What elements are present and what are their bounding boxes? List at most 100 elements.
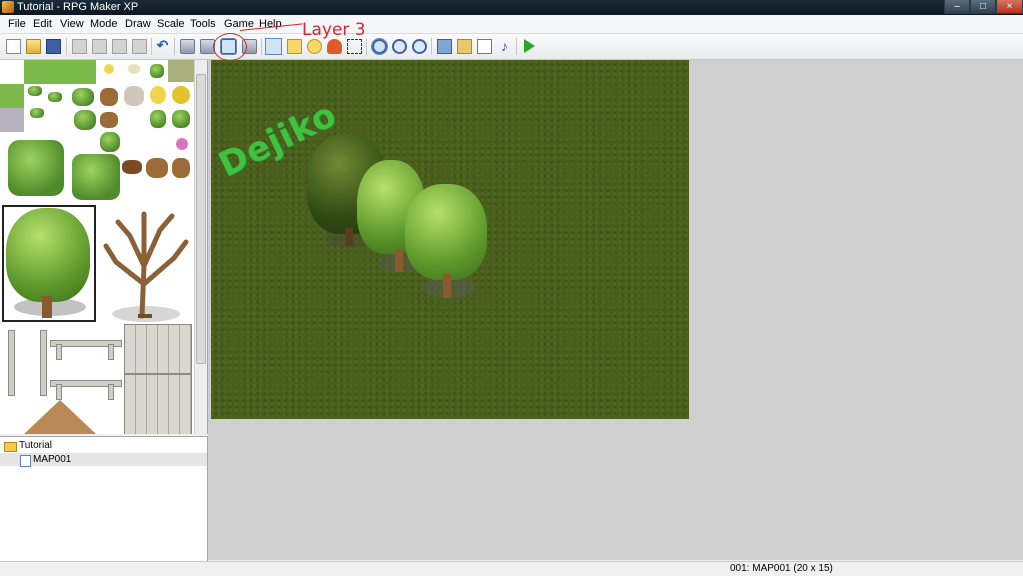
map-tree-project[interactable]: Tutorial [19, 440, 52, 451]
playtest-icon[interactable] [524, 39, 535, 53]
copy-icon[interactable] [92, 39, 107, 54]
menu-help[interactable]: Help [259, 18, 282, 31]
toolbar-separator [261, 38, 262, 55]
dead-tree-tile [103, 211, 189, 322]
toolbar-separator [151, 38, 152, 55]
menu-tools[interactable]: Tools [190, 18, 216, 31]
toolbar-separator [66, 38, 67, 55]
stump-tile [172, 158, 190, 178]
fence-post-tile [40, 330, 47, 396]
map-icon [20, 455, 31, 467]
new-project-icon[interactable] [6, 39, 21, 54]
map-tree-light [405, 184, 487, 280]
flood-fill-icon[interactable] [327, 39, 342, 54]
zoom-1-1-icon[interactable] [371, 38, 388, 55]
fence-leg-tile [56, 384, 62, 400]
toolbar-separator [516, 38, 517, 55]
fence-post-tile [8, 330, 15, 396]
tree-trunk [345, 228, 353, 246]
flower-tile [176, 138, 188, 150]
annotation-label: Layer 3 [302, 20, 366, 40]
toolbar-separator [174, 38, 175, 55]
grass-tile [0, 84, 24, 108]
undo-icon[interactable]: ↶ [155, 38, 170, 54]
bush-tile [74, 110, 96, 130]
map-canvas[interactable]: Dejiko [211, 60, 689, 419]
bush-tile [100, 132, 120, 152]
bush-tile [48, 92, 62, 102]
grass-tile [24, 60, 96, 84]
map-tree-item-map001[interactable]: MAP001 [33, 454, 71, 465]
open-project-icon[interactable] [26, 39, 41, 54]
fence-leg-tile [108, 344, 114, 360]
annotation-circle [213, 33, 247, 61]
tree-trunk [395, 250, 403, 272]
flower-tile [150, 86, 166, 104]
stone-wall-tile [124, 374, 192, 434]
fence-leg-tile [56, 344, 62, 360]
save-icon[interactable] [46, 39, 61, 54]
scrollbar-thumb[interactable] [196, 74, 206, 364]
menu-draw[interactable]: Draw [125, 18, 151, 31]
layer-1-icon[interactable] [180, 39, 195, 54]
tileset-scrollbar[interactable] [194, 60, 207, 434]
tree-trunk [42, 296, 52, 318]
fence-leg-tile [108, 384, 114, 400]
zoom-1-4-icon[interactable] [412, 39, 427, 54]
toolbar: ↶ ♪ [0, 34, 1023, 60]
minimize-button[interactable]: – [944, 0, 970, 14]
map-editor: Dejiko [208, 60, 1023, 560]
pencil-icon[interactable] [265, 38, 282, 55]
tree-trunk [443, 274, 451, 298]
toolbar-separator [366, 38, 367, 55]
bush-tile [30, 108, 44, 118]
tileset-palette[interactable] [0, 60, 208, 434]
menu-view[interactable]: View [60, 18, 84, 31]
flower-tile [104, 64, 114, 74]
bush-tile [172, 110, 190, 128]
menu-file[interactable]: File [8, 18, 26, 31]
rectangle-icon[interactable] [287, 39, 302, 54]
log-tile [122, 160, 142, 174]
flower-tile [128, 64, 140, 74]
menu-edit[interactable]: Edit [33, 18, 52, 31]
flower-tile [172, 86, 190, 104]
tree-tile [6, 208, 90, 302]
roof-tile [24, 400, 96, 434]
sound-test-icon[interactable]: ♪ [497, 39, 512, 54]
rock-tile [124, 86, 144, 106]
folder-icon [4, 442, 17, 452]
database-icon[interactable] [437, 39, 452, 54]
stump-tile [100, 112, 118, 128]
materialbase-icon[interactable] [457, 39, 472, 54]
hedge-tile [8, 140, 64, 196]
app-icon [2, 1, 14, 13]
toolbar-separator [431, 38, 432, 55]
map-tree: Tutorial MAP001 [0, 436, 208, 561]
hedge-tile [72, 154, 120, 200]
stone-wall-tile [124, 324, 192, 374]
zoom-1-2-icon[interactable] [392, 39, 407, 54]
stump-tile [100, 88, 118, 106]
bush-tile [150, 64, 164, 78]
script-editor-icon[interactable] [477, 39, 492, 54]
maximize-button[interactable]: □ [970, 0, 996, 14]
title-bar: Tutorial - RPG Maker XP – □ × [0, 0, 1023, 15]
bush-tile [150, 110, 166, 128]
grass-tile [168, 60, 194, 82]
menu-scale[interactable]: Scale [157, 18, 185, 31]
delete-icon[interactable] [132, 39, 147, 54]
menu-mode[interactable]: Mode [90, 18, 118, 31]
status-bar: 001: MAP001 (20 x 15) [0, 561, 1023, 576]
paste-icon[interactable] [112, 39, 127, 54]
ellipse-icon[interactable] [307, 39, 322, 54]
cut-icon[interactable] [72, 39, 87, 54]
menu-bar: File Edit View Mode Draw Scale Tools Gam… [0, 15, 1023, 34]
bush-tile [72, 88, 94, 106]
window-title: Tutorial - RPG Maker XP [17, 1, 139, 13]
select-icon[interactable] [347, 39, 362, 54]
close-button[interactable]: × [996, 0, 1023, 14]
map-tree-item-row[interactable] [0, 453, 207, 466]
status-map-info: 001: MAP001 (20 x 15) [730, 563, 833, 574]
bush-tile [28, 86, 42, 96]
